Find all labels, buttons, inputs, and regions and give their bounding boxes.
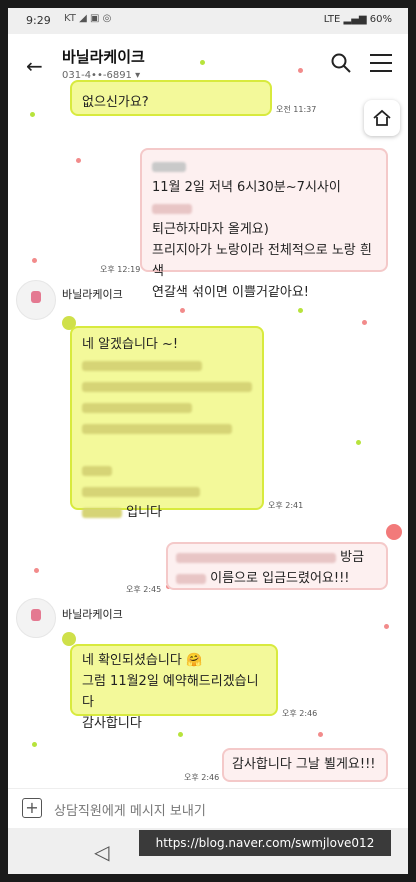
status-bar: 9:29 KT ◢ ▣ ◎ LTE ▂▄▆ 60% (8, 8, 408, 34)
sender-name: 바닐라케이크 (62, 288, 123, 301)
status-time: 9:29 (26, 14, 51, 27)
apple-sticker-icon (386, 524, 402, 540)
decor-dot (298, 308, 303, 313)
search-icon[interactable] (330, 52, 352, 74)
avatar[interactable] (16, 598, 56, 638)
chat-area[interactable]: 없으신가요? 오전 11:37 11월 2일 저녁 6시30분~7시사이 퇴근하… (8, 60, 408, 788)
home-button[interactable] (364, 100, 400, 136)
decor-dot (298, 68, 303, 73)
message-bubble-outgoing: 11월 2일 저녁 6시30분~7시사이 퇴근하자마자 올게요) 프리지아가 노… (140, 148, 388, 300)
message-bubble-incoming: 네 알겠습니다 ~! 입니다 (70, 326, 264, 520)
decor-dot (384, 624, 389, 629)
app-window: 9:29 KT ◢ ▣ ◎ LTE ▂▄▆ 60% ← 바닐라케이크 031-4… (8, 8, 408, 874)
nav-back-icon[interactable]: ◁ (94, 840, 109, 864)
message-time: 오전 11:37 (276, 105, 317, 114)
message-bubble-incoming: 네 확인되셨습니다 🤗 그럼 11월2일 예약해드리겠습니다 감사합니다 (70, 644, 278, 731)
back-arrow-icon[interactable]: ← (26, 54, 43, 78)
message-time: 오후 2:46 (184, 773, 220, 782)
decor-dot (34, 568, 39, 573)
sender-name: 바닐라케이크 (62, 608, 123, 621)
message-bubble-outgoing: 방금 이름으로 입금드렸어요!!! (166, 542, 388, 590)
avatar[interactable] (16, 280, 56, 320)
message-time: 오후 12:19 (100, 265, 141, 274)
decor-dot (76, 158, 81, 163)
status-carrier: KT ◢ ▣ ◎ (64, 13, 112, 24)
decor-dot (30, 112, 35, 117)
home-icon (373, 109, 391, 126)
status-right: LTE ▂▄▆ 60% (323, 14, 392, 25)
hamburger-menu-icon[interactable] (370, 54, 392, 72)
redacted-text (152, 156, 376, 177)
decor-dot (32, 258, 37, 263)
decor-dot (362, 320, 367, 325)
decor-dot (180, 308, 185, 313)
message-input[interactable]: 상담직원에게 메시지 보내기 (54, 800, 206, 819)
message-time: 오후 2:45 (126, 585, 162, 594)
blog-watermark: https://blog.naver.com/swmjlove012 (139, 830, 391, 856)
plus-icon[interactable]: + (22, 798, 42, 818)
message-bubble-outgoing: 감사합니다 그날 뵐게요!!! (222, 748, 388, 782)
message-bubble-incoming: 없으신가요? (70, 80, 272, 116)
message-time: 오후 2:46 (282, 709, 318, 718)
decor-dot (200, 60, 205, 65)
message-input-bar: + 상담직원에게 메시지 보내기 (8, 788, 408, 829)
decor-dot (32, 742, 37, 747)
decor-dot (318, 732, 323, 737)
chat-title: 바닐라케이크 (62, 48, 145, 66)
decor-dot (356, 440, 361, 445)
message-time: 오후 2:41 (268, 501, 304, 510)
